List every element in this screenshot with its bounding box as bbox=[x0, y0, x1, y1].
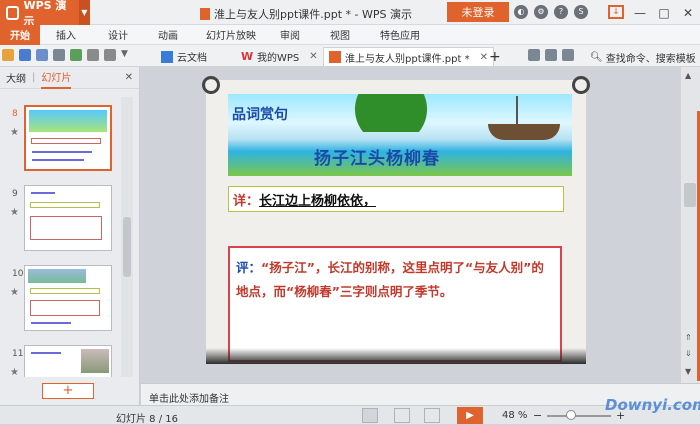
menu-features[interactable]: 特色应用 bbox=[380, 25, 420, 45]
zoom-level: 48 % bbox=[502, 410, 528, 421]
comment-key: 评： bbox=[236, 260, 262, 275]
app-menu-button[interactable]: WPS 演示 ▼ bbox=[0, 0, 90, 28]
comment-textbox[interactable]: 评：“扬子江”，长江的别称，这里点明了“与友人别”的地点，而“杨柳春”三字则点明… bbox=[228, 246, 562, 362]
detail-textbox[interactable]: 详： 长江边上杨柳依依， bbox=[228, 186, 564, 212]
detail-key: 详： bbox=[233, 193, 260, 209]
undo-icon[interactable] bbox=[87, 49, 99, 61]
slide-panel: 大纲 | 幻灯片 ✕ 8 ★ 9 ★ 10 ★ 11 ★ + bbox=[0, 67, 140, 407]
redo-icon[interactable] bbox=[104, 49, 116, 61]
slide-canvas: 品词赏句 扬子江头杨柳春 详： 长江边上杨柳依依， 评：“扬子江”，长江的别称，… bbox=[141, 67, 681, 383]
maximize-button[interactable]: □ bbox=[652, 0, 676, 25]
save-icon[interactable] bbox=[19, 49, 31, 61]
notes-toggle-icon[interactable] bbox=[330, 408, 346, 423]
panel-header: 大纲 | 幻灯片 ✕ bbox=[0, 67, 139, 89]
new-tab-button[interactable]: + bbox=[484, 47, 506, 66]
animation-star-icon: ★ bbox=[10, 367, 19, 377]
status-bar: 幻灯片 8 / 16 ▶ 48 % − + bbox=[0, 405, 700, 425]
animation-star-icon: ★ bbox=[10, 207, 19, 218]
quick-access-toolbar: ▼ bbox=[2, 49, 133, 61]
settings-icon[interactable]: ⚙ bbox=[534, 5, 548, 19]
download-icon[interactable]: ↓ bbox=[608, 5, 624, 19]
scroll-thumb[interactable] bbox=[684, 183, 696, 207]
prev-slide-icon[interactable]: ⇑ bbox=[685, 333, 692, 342]
landscape-banner-image: 品词赏句 扬子江头杨柳春 bbox=[228, 94, 572, 176]
minimize-button[interactable]: — bbox=[628, 0, 652, 25]
normal-view-button[interactable] bbox=[362, 408, 378, 423]
ppt-file-icon bbox=[329, 51, 341, 63]
scroll-down-icon[interactable]: ▼ bbox=[685, 367, 691, 376]
tab-right-tools bbox=[528, 49, 574, 61]
tab-cloud-docs[interactable]: 云文档 bbox=[156, 47, 212, 66]
thumbnail-list: 8 ★ 9 ★ 10 ★ 11 ★ bbox=[0, 97, 122, 377]
close-icon[interactable]: ✕ bbox=[309, 51, 317, 62]
slide-thumbnail[interactable] bbox=[24, 265, 112, 331]
slide-heading: 品词赏句 bbox=[232, 107, 288, 123]
preview-icon[interactable] bbox=[70, 49, 82, 61]
wps-logo-icon bbox=[6, 5, 20, 20]
chevron-down-icon[interactable]: ▼ bbox=[121, 49, 133, 61]
scroll-up-icon[interactable]: ▲ bbox=[685, 71, 691, 80]
menu-home[interactable]: 开始 bbox=[0, 24, 40, 45]
tab-outline[interactable]: 大纲 bbox=[6, 70, 26, 85]
document-icon bbox=[200, 8, 210, 20]
print-icon[interactable] bbox=[53, 49, 65, 61]
window-title: 淮上与友人别ppt课件.ppt * - WPS 演示 bbox=[200, 6, 412, 22]
command-search[interactable]: 🔍︎ 查找命令、搜索模板 bbox=[590, 50, 696, 65]
search-icon: 🔍︎ bbox=[590, 52, 603, 63]
cloud-icon bbox=[161, 50, 173, 63]
zoom-slider[interactable] bbox=[547, 415, 611, 417]
animation-star-icon: ★ bbox=[10, 127, 19, 138]
animation-star-icon: ★ bbox=[10, 287, 19, 298]
tab-my-wps[interactable]: W 我的WPS ✕ bbox=[236, 47, 323, 66]
slide[interactable]: 品词赏句 扬子江头杨柳春 详： 长江边上杨柳依依， 评：“扬子江”，长江的别称，… bbox=[202, 76, 590, 364]
zoom-slider-knob[interactable] bbox=[566, 410, 576, 420]
menu-insert[interactable]: 插入 bbox=[56, 25, 76, 45]
slide-thumbnail[interactable] bbox=[24, 105, 112, 171]
slide-thumbnail[interactable] bbox=[24, 185, 112, 251]
login-button[interactable]: 未登录 bbox=[447, 2, 509, 22]
feedback-icon[interactable]: S bbox=[574, 5, 588, 19]
sorter-view-button[interactable] bbox=[394, 408, 410, 423]
title-bar: WPS 演示 ▼ 淮上与友人别ppt课件.ppt * - WPS 演示 未登录 … bbox=[0, 0, 700, 28]
detail-text: 长江边上杨柳依依， bbox=[259, 193, 377, 209]
canvas-scrollbar[interactable]: ▲ ⇑ ⇓ ▼ bbox=[681, 67, 700, 383]
menu-slideshow[interactable]: 幻灯片放映 bbox=[206, 25, 256, 45]
chevron-down-icon[interactable]: ▼ bbox=[78, 0, 90, 25]
corner-ornament bbox=[202, 76, 220, 94]
open-folder-icon[interactable] bbox=[2, 49, 14, 61]
corner-ornament bbox=[572, 76, 590, 94]
close-button[interactable]: ✕ bbox=[676, 0, 700, 25]
menu-review[interactable]: 审阅 bbox=[280, 25, 300, 45]
slide-counter: 幻灯片 8 / 16 bbox=[116, 414, 178, 425]
reading-view-button[interactable] bbox=[424, 408, 440, 423]
tab-slides[interactable]: 幻灯片 bbox=[41, 67, 72, 89]
zoom-out-button[interactable]: − bbox=[533, 409, 542, 422]
next-slide-icon[interactable]: ⇓ bbox=[685, 349, 692, 358]
watermark: Downyi.com bbox=[605, 396, 700, 414]
play-slideshow-button[interactable]: ▶ bbox=[457, 407, 483, 424]
menu-view[interactable]: 视图 bbox=[330, 25, 350, 45]
add-slide-button[interactable]: + bbox=[42, 383, 94, 399]
thumbnail-scrollbar[interactable] bbox=[121, 97, 133, 377]
slide-thumbnail[interactable] bbox=[24, 345, 112, 377]
title-toolbar: ◐ ⚙ ? S bbox=[514, 5, 588, 19]
grid-icon[interactable] bbox=[562, 49, 574, 61]
document-tab-bar: ▼ 云文档 W 我的WPS ✕ 淮上与友人别ppt课件.ppt * ✕ + 🔍︎… bbox=[0, 45, 700, 67]
menu-design[interactable]: 设计 bbox=[108, 25, 128, 45]
close-icon[interactable]: ✕ bbox=[125, 72, 133, 83]
window-controls: ↓ — □ ✕ bbox=[604, 0, 700, 25]
skin-icon[interactable]: ◐ bbox=[514, 5, 528, 19]
wps-w-icon: W bbox=[241, 49, 254, 63]
layout-icon[interactable] bbox=[545, 49, 557, 61]
ribbon-menu: 开始 插入 设计 动画 幻灯片放映 审阅 视图 特色应用 bbox=[0, 24, 700, 45]
help-icon[interactable]: ? bbox=[554, 5, 568, 19]
comment-text: “扬子江”，长江的别称，这里点明了“与友人别”的地点，而“杨柳春”三字则点明了季… bbox=[236, 260, 544, 299]
window-icon[interactable] bbox=[528, 49, 540, 61]
export-icon[interactable] bbox=[36, 49, 48, 61]
menu-animation[interactable]: 动画 bbox=[158, 25, 178, 45]
banner-title: 扬子江头杨柳春 bbox=[314, 149, 440, 169]
tab-current-document[interactable]: 淮上与友人别ppt课件.ppt * ✕ bbox=[323, 47, 494, 66]
ink-landscape-decoration bbox=[206, 348, 586, 364]
